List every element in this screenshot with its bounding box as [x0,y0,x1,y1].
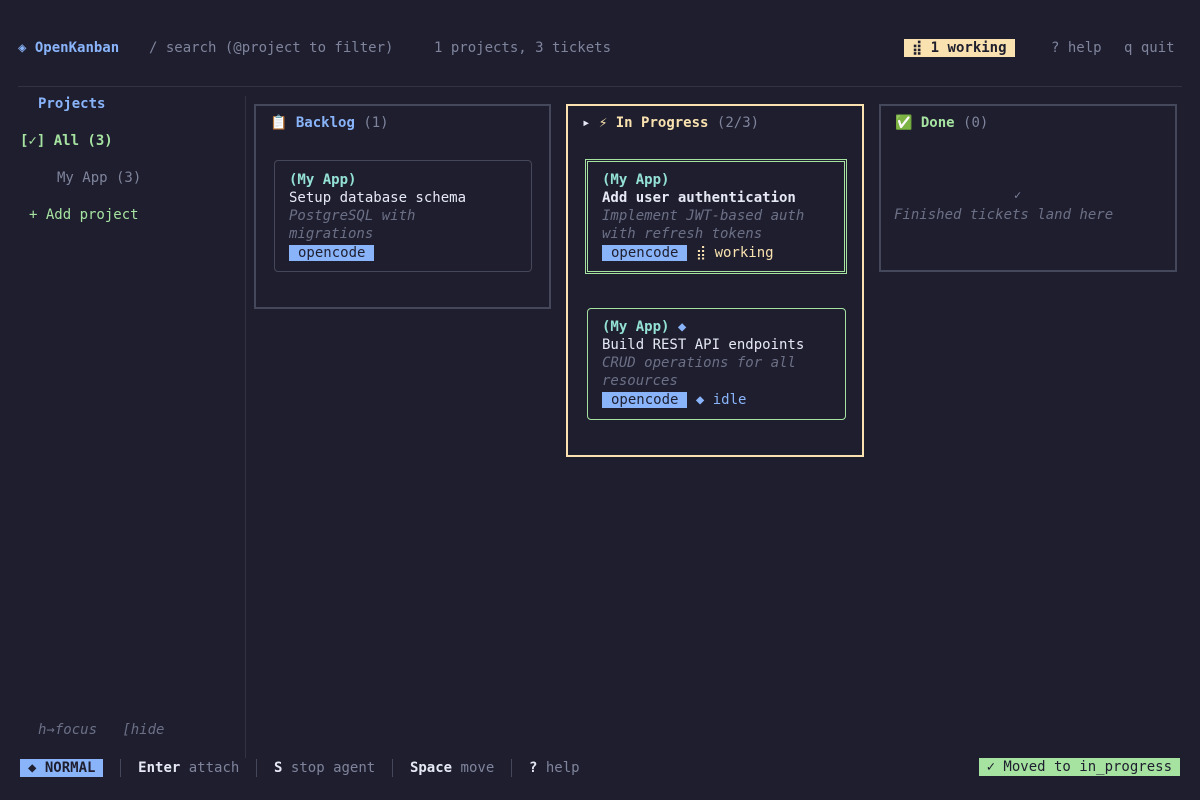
card-description: migrations [289,226,374,242]
column-in-progress[interactable]: ▸ ⚡ In Progress (2/3) (My App) Add user … [566,104,864,457]
agent-tag: opencode [602,245,688,261]
ticket-card[interactable]: (My App) Setup database schema PostgreSQ… [274,160,532,272]
column-title: Done [920,115,955,131]
help-hint[interactable]: ? help [1051,40,1102,56]
app-name: OpenKanban [34,40,120,56]
card-project: (My App) [602,172,670,188]
agent-tag: opencode [289,244,375,262]
agent-status: ◆ idle [695,392,747,408]
card-title: Setup database schema [289,190,467,206]
column-header-in-progress: ▸ ⚡ In Progress (2/3) [582,115,759,131]
column-title: In Progress [615,115,709,131]
status-bar: ◆ NORMAL Enter attach S stop agent Space… [20,759,580,777]
separator [256,759,258,777]
column-backlog[interactable]: 📋 Backlog (1) (My App) Setup database sc… [254,104,551,309]
empty-check-icon: ✓ [1014,188,1022,202]
keybind-help[interactable]: ? help [529,760,580,776]
sidebar-item-my-app[interactable]: My App (3) [57,170,141,186]
separator [120,759,122,777]
sidebar-divider [245,96,246,758]
separator [392,759,394,777]
keybind-move[interactable]: Space move [410,760,494,776]
search-hint[interactable]: / search (@project to filter) [149,40,393,56]
card-description: PostgreSQL with [289,208,416,224]
column-title: Backlog [295,115,355,131]
toast-notification: ✓ Moved to in_progress [978,758,1180,776]
card-description: Implement JWT-based auth [602,208,805,224]
card-footer: opencode ⣾ working [602,244,774,262]
card-title: Build REST API endpoints [602,337,805,353]
lightning-icon: ⚡ [598,115,608,131]
card-project: (My App) [289,172,357,188]
diamond-icon: ◆ [677,319,687,335]
column-done[interactable]: ✅ Done (0) ✓ Finished tickets land here [879,104,1177,272]
card-title: Add user authentication [602,190,796,206]
sidebar-item-all[interactable]: [✓] All (3) [20,133,113,149]
clipboard-icon: 📋 [270,115,288,131]
summary-text: 1 projects, 3 tickets [434,40,612,56]
agent-tag: opencode [602,392,688,408]
card-project: (My App) [602,319,670,335]
logo-icon: ◈ [18,40,27,56]
column-count: (2/3) [716,115,760,131]
quit-hint[interactable]: q quit [1124,40,1175,56]
keybind-stop-agent[interactable]: S stop agent [274,760,375,776]
header-divider [18,86,1182,87]
column-count: (0) [963,115,989,131]
spinner-icon: ⣾ [695,245,707,261]
agent-status: working [714,245,774,261]
ticket-card[interactable]: (My App) ◆ Build REST API endpoints CRUD… [587,308,846,420]
separator [511,759,513,777]
sidebar-hint: h→focus [hide [38,722,165,738]
mode-badge: ◆ NORMAL [20,759,104,777]
card-footer: opencode ◆ idle [602,391,746,409]
add-project-button[interactable]: + Add project [29,207,139,223]
app-header: ◈ OpenKanban [18,40,119,56]
keybind-attach[interactable]: Enter attach [138,760,239,776]
sidebar-title: Projects [38,96,106,112]
ticket-card-selected[interactable]: (My App) Add user authentication Impleme… [585,159,847,274]
check-box-icon: ✅ [895,115,913,131]
selected-column-marker-icon: ▸ [582,115,591,131]
card-description: resources [602,373,678,389]
empty-state-text: Finished tickets land here [894,207,1114,223]
card-description: CRUD operations for all [602,355,796,371]
column-header-backlog: 📋 Backlog (1) [270,115,389,131]
card-project-row: (My App) ◆ [602,318,686,336]
column-count: (1) [363,115,389,131]
card-description: with refresh tokens [602,226,763,242]
column-header-done: ✅ Done (0) [895,115,988,131]
working-badge: ⣾ 1 working [904,39,1015,57]
